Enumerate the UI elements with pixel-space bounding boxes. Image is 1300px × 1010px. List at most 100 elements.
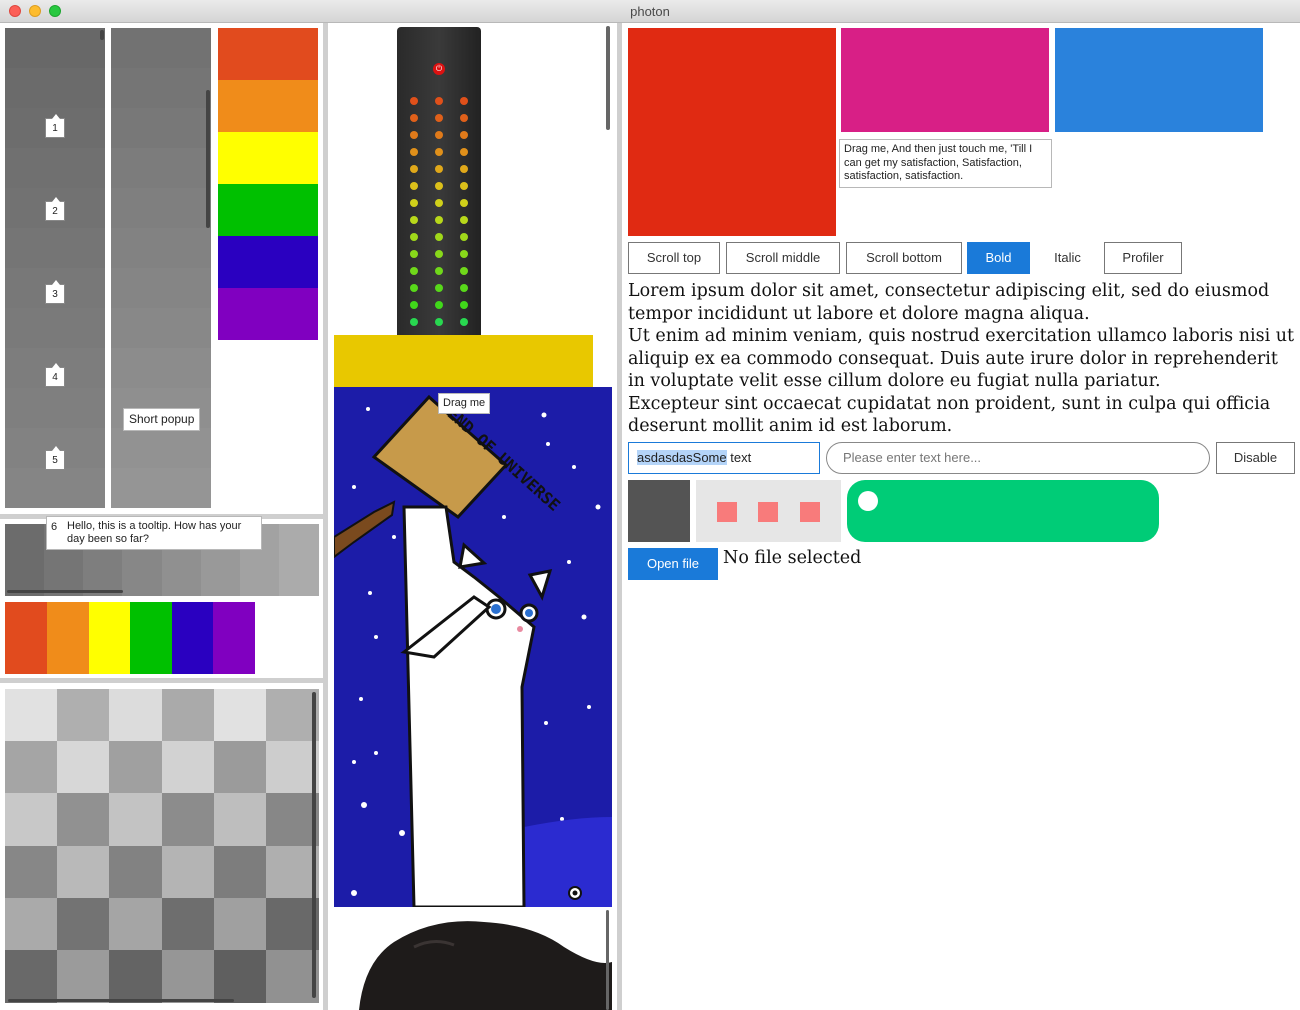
gray-cell [109, 689, 163, 742]
disable-button[interactable]: Disable [1216, 442, 1295, 474]
remote-button-icon [460, 165, 468, 173]
gray-cell [111, 308, 211, 348]
gray-cell [57, 741, 111, 795]
item-badge[interactable]: 3 [45, 280, 65, 304]
gray-cell [109, 897, 163, 951]
scrollbar-thumb[interactable] [100, 30, 104, 40]
text-input[interactable]: asdasdasSome text [628, 442, 820, 474]
remote-button-icon [410, 97, 418, 105]
remote-button-icon [435, 199, 443, 207]
gray-scroll-column-2[interactable] [111, 28, 211, 508]
remote-button-icon [410, 165, 418, 173]
remote-button-icon [410, 182, 418, 190]
gray-scroll-column-1[interactable] [5, 28, 105, 508]
item-badge[interactable]: 2 [45, 197, 65, 221]
remote-button-icon [435, 284, 443, 292]
gray-cell [161, 741, 215, 795]
gray-cell [161, 949, 215, 1003]
panel-divider-left[interactable] [323, 23, 328, 1010]
drag-tooltip: Drag me, And then just touch me, 'Till I… [839, 139, 1052, 188]
item-badge[interactable]: 1 [45, 114, 65, 138]
italic-button[interactable]: Italic [1036, 242, 1099, 274]
scrollbar-thumb[interactable] [606, 910, 609, 1010]
gray-cell [5, 793, 58, 847]
item-badge[interactable]: 5 [45, 446, 65, 470]
gray-cell [265, 689, 319, 742]
rainbow-cell [130, 602, 172, 674]
remote-button-icon [410, 114, 418, 122]
blue-swatch[interactable] [1055, 28, 1263, 132]
gray-cell [5, 949, 58, 1003]
scrollbar-thumb-horizontal[interactable] [7, 590, 123, 593]
gray-cell [109, 845, 163, 899]
scroll-top-button[interactable]: Scroll top [628, 242, 720, 274]
remote-button-icon [410, 284, 418, 292]
gray-cell [5, 28, 105, 68]
rounded-text-input[interactable]: Please enter text here... [826, 442, 1210, 474]
scroll-middle-button[interactable]: Scroll middle [726, 242, 840, 274]
toggle-knob[interactable] [858, 491, 878, 511]
panel-divider-right[interactable] [617, 23, 622, 1010]
gray-cell [111, 148, 211, 188]
red-swatch[interactable] [628, 28, 836, 236]
remote-button-icon [435, 165, 443, 173]
open-file-button[interactable]: Open file [628, 548, 718, 580]
remote-button-icon [410, 250, 418, 258]
dot [758, 502, 778, 522]
remote-button-icon [435, 250, 443, 258]
gray-cell [161, 845, 215, 899]
power-icon: ⏻ [433, 63, 445, 75]
checkerboard-scroll-view[interactable] [5, 689, 319, 1003]
dark-gray-box [628, 480, 690, 542]
scrollbar-thumb[interactable] [206, 90, 210, 228]
remote-button-icon [435, 131, 443, 139]
scrollbar-thumb-horizontal[interactable] [8, 999, 234, 1002]
tooltip: 6 Hello, this is a tooltip. How has your… [46, 516, 262, 550]
gray-cell [278, 524, 319, 596]
yellow-draggable-block[interactable] [334, 335, 593, 387]
gray-cell [5, 468, 105, 508]
panel-divider-left-bottom[interactable] [0, 678, 323, 683]
gray-cell [111, 188, 211, 228]
rainbow-cell [172, 602, 213, 674]
gray-cell [109, 949, 163, 1003]
gray-cell [5, 68, 105, 108]
gray-cell [5, 228, 105, 268]
gray-cell [5, 741, 58, 795]
rainbow-stripe [218, 28, 318, 80]
scrollbar-thumb[interactable] [606, 26, 610, 130]
rainbow-cell [5, 602, 47, 674]
gray-cell [57, 845, 111, 899]
remote-button-icon [435, 216, 443, 224]
pink-swatch[interactable] [841, 28, 1049, 132]
selected-text: asdasdasSome [637, 450, 727, 465]
scroll-bottom-button[interactable]: Scroll bottom [846, 242, 962, 274]
dot [717, 502, 737, 522]
scrollbar-thumb[interactable] [312, 692, 316, 998]
title-bar: photon [0, 0, 1300, 23]
gray-cell [111, 68, 211, 108]
remote-button-icon [460, 182, 468, 190]
gray-cell [57, 897, 111, 951]
toggle-switch[interactable] [847, 480, 1159, 542]
gray-cell [111, 228, 211, 268]
remote-button-icon [410, 131, 418, 139]
paragraph: Excepteur sint occaecat cupidatat non pr… [628, 393, 1271, 437]
gray-cell [111, 268, 211, 308]
bold-button[interactable]: Bold [967, 242, 1030, 274]
gray-cell [213, 897, 267, 951]
remote-button-icon [435, 148, 443, 156]
item-badge[interactable]: 4 [45, 363, 65, 387]
remote-button-icon [460, 301, 468, 309]
gray-cell [5, 897, 58, 951]
remote-button-icon [460, 250, 468, 258]
rainbow-cell [89, 602, 130, 674]
window-title: photon [630, 4, 670, 19]
profiler-button[interactable]: Profiler [1104, 242, 1182, 274]
gray-cell [265, 949, 319, 1003]
remote-button-icon [460, 267, 468, 275]
end-of-universe-image: END OF UNIVERSE Drag me [334, 387, 612, 907]
rainbow-stripe [218, 80, 318, 132]
gray-cell [5, 148, 105, 188]
drag-me-label[interactable]: Drag me [438, 393, 491, 414]
